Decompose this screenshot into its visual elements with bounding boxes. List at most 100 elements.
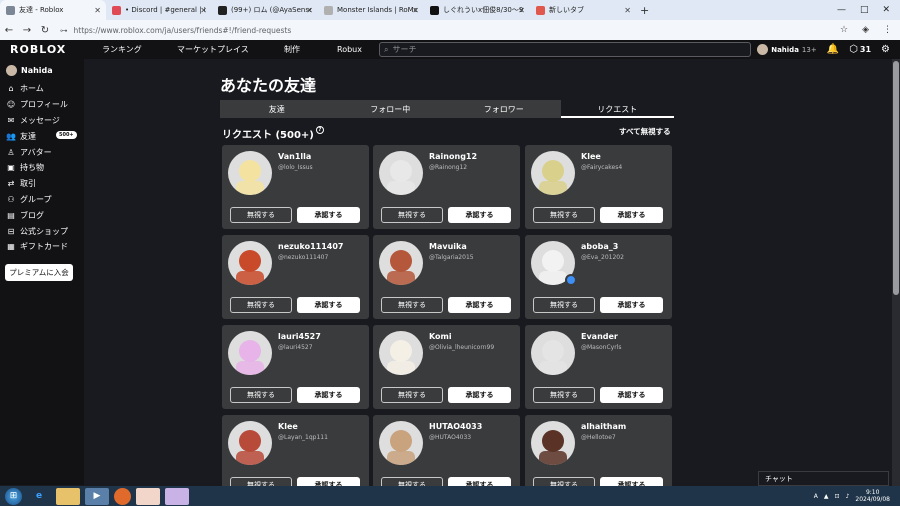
accept-button[interactable]: 承認する — [600, 297, 663, 313]
accept-button[interactable]: 承認する — [448, 387, 511, 403]
browser-tab[interactable]: (99+) ロム (@AyaSensei06✕ — [212, 0, 318, 20]
premium-button[interactable]: プレミアムに入会 — [5, 264, 73, 281]
language-indicator[interactable]: A — [814, 493, 818, 500]
ignore-button[interactable]: 無視する — [533, 297, 595, 313]
robux-button[interactable]: ⬡ 31 — [849, 44, 871, 55]
nav-marketplace[interactable]: マーケットプレイス — [177, 44, 249, 55]
request-display-name[interactable]: Van1lla — [278, 152, 311, 161]
ignore-button[interactable]: 無視する — [381, 387, 443, 403]
tab-close-icon[interactable]: ✕ — [306, 6, 313, 15]
firefox-icon[interactable] — [114, 487, 131, 505]
request-display-name[interactable]: Mavuika — [429, 242, 467, 251]
new-tab-button[interactable]: + — [640, 4, 649, 17]
tab-close-icon[interactable]: ✕ — [94, 6, 101, 15]
accept-button[interactable]: 承認する — [297, 207, 360, 223]
sidebar-item[interactable]: ✉ メッセージ — [0, 113, 84, 129]
accept-button[interactable]: 承認する — [448, 207, 511, 223]
request-display-name[interactable]: Klee — [581, 152, 601, 161]
settings-gear-icon[interactable]: ⚙ — [881, 44, 890, 55]
request-display-name[interactable]: Evander — [581, 332, 618, 341]
network-icon[interactable]: ⊡ — [835, 493, 840, 500]
app-icon-2[interactable] — [165, 487, 189, 505]
ignore-button[interactable]: 無視する — [381, 297, 443, 313]
nav-robux[interactable]: Robux — [337, 45, 362, 54]
sidebar-item[interactable]: ♙ アバター — [0, 144, 84, 160]
header-user[interactable]: Nahida 13+ — [757, 44, 817, 55]
ignore-button[interactable]: 無視する — [533, 387, 595, 403]
minimize-icon[interactable]: — — [837, 5, 846, 15]
sidebar-user[interactable]: Nahida — [0, 59, 84, 81]
roblox-logo[interactable]: ROBLOX — [10, 43, 102, 56]
sidebar-item[interactable]: ▣ 持ち物 — [0, 160, 84, 176]
nav-create[interactable]: 制作 — [284, 44, 300, 55]
browser-tab[interactable]: 新しいタブ ✕ — [530, 0, 636, 20]
sidebar-item[interactable]: ☺ プロフィール — [0, 97, 84, 113]
reload-icon[interactable]: ↻ — [36, 25, 54, 36]
sidebar-item[interactable]: 👥 友達 500+ — [0, 128, 84, 144]
request-display-name[interactable]: lauri4527 — [278, 332, 321, 341]
avatar[interactable] — [531, 151, 575, 195]
tab-close-icon[interactable]: ✕ — [518, 6, 525, 15]
ignore-button[interactable]: 無視する — [533, 207, 595, 223]
avatar[interactable] — [379, 241, 423, 285]
request-display-name[interactable]: Komi — [429, 332, 452, 341]
menu-dots-icon[interactable]: ⋮ — [883, 25, 892, 35]
ie-icon[interactable]: e — [27, 488, 51, 505]
volume-icon[interactable]: ♪ — [846, 493, 850, 500]
accept-button[interactable]: 承認する — [297, 297, 360, 313]
ignore-all-button[interactable]: すべて無視する — [619, 126, 671, 137]
ignore-button[interactable]: 無視する — [381, 207, 443, 223]
avatar[interactable] — [379, 331, 423, 375]
extension-icon[interactable]: ◈ — [862, 25, 869, 35]
tab-close-icon[interactable]: ✕ — [200, 6, 207, 15]
media-player-icon[interactable]: ▶ — [85, 487, 109, 505]
avatar[interactable] — [531, 331, 575, 375]
sidebar-item[interactable]: ⚇ グループ — [0, 192, 84, 208]
avatar[interactable] — [531, 421, 575, 465]
request-display-name[interactable]: HUTAO4033 — [429, 422, 482, 431]
friends-tab[interactable]: リクエスト — [560, 100, 674, 118]
nav-ranking[interactable]: ランキング — [102, 44, 142, 55]
sidebar-item[interactable]: ⊟ 公式ショップ — [0, 223, 84, 239]
avatar[interactable] — [379, 421, 423, 465]
explorer-icon[interactable] — [56, 487, 80, 505]
accept-button[interactable]: 承認する — [448, 297, 511, 313]
help-icon[interactable]: ? — [315, 126, 324, 134]
forward-icon[interactable]: → — [18, 25, 36, 36]
clock[interactable]: 9:10 2024/09/08 — [855, 489, 890, 503]
avatar[interactable] — [228, 421, 272, 465]
search-input[interactable]: ⌕ サーチ — [379, 42, 751, 57]
close-window-icon[interactable]: ✕ — [882, 5, 890, 15]
ignore-button[interactable]: 無視する — [230, 207, 292, 223]
url-field[interactable]: ⊶ https://www.roblox.com/ja/users/friend… — [60, 23, 750, 37]
tab-close-icon[interactable]: ✕ — [412, 6, 419, 15]
request-display-name[interactable]: Rainong12 — [429, 152, 477, 161]
avatar[interactable] — [379, 151, 423, 195]
tray-expand-icon[interactable]: ▲ — [824, 493, 829, 500]
browser-tab[interactable]: 友達 - Roblox ✕ — [0, 0, 106, 20]
sidebar-item[interactable]: ▦ ギフトカード — [0, 239, 84, 255]
notification-bell-icon[interactable]: 🔔 — [827, 44, 839, 55]
friends-tab[interactable]: 友達 — [220, 100, 334, 118]
ignore-button[interactable]: 無視する — [230, 297, 292, 313]
chat-panel[interactable]: チャット — [758, 471, 889, 486]
request-display-name[interactable]: aboba_3 — [581, 242, 618, 251]
browser-tab[interactable]: しぐれういx佃俊8/30〜9/22✕ — [424, 0, 530, 20]
browser-tab[interactable]: Monster Islands | RoMonbo✕ — [318, 0, 424, 20]
site-info-icon[interactable]: ⊶ — [60, 26, 68, 35]
sidebar-item[interactable]: ▤ ブログ — [0, 207, 84, 223]
request-display-name[interactable]: alhaitham — [581, 422, 626, 431]
scrollbar[interactable] — [892, 59, 900, 486]
browser-tab[interactable]: • Discord | #general | Mona✕ — [106, 0, 212, 20]
start-button[interactable]: ⊞ — [5, 487, 22, 505]
sidebar-item[interactable]: ⌂ ホーム — [0, 81, 84, 97]
friends-tab[interactable]: フォロワー — [447, 100, 561, 118]
app-icon-1[interactable] — [136, 487, 160, 505]
friends-tab[interactable]: フォロー中 — [334, 100, 448, 118]
sidebar-item[interactable]: ⇄ 取引 — [0, 176, 84, 192]
avatar[interactable] — [228, 151, 272, 195]
star-icon[interactable]: ☆ — [840, 25, 848, 35]
accept-button[interactable]: 承認する — [600, 387, 663, 403]
back-icon[interactable]: ← — [0, 25, 18, 36]
tab-close-icon[interactable]: ✕ — [624, 6, 631, 15]
